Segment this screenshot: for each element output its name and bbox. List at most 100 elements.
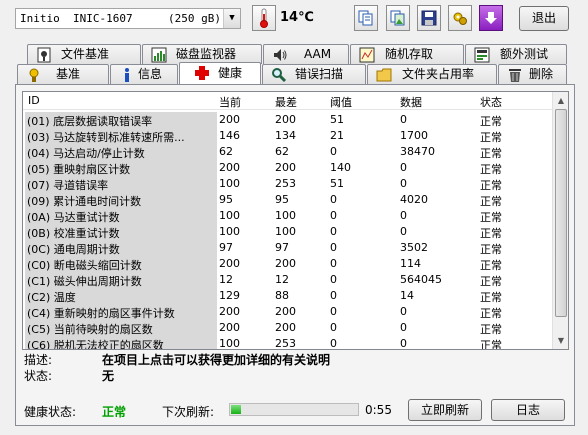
tab-file-benchmark[interactable]: 文件基准 <box>27 44 141 64</box>
cell-current: 200 <box>219 113 240 126</box>
tab-label: AAM <box>304 47 332 61</box>
attribute-name: (C0) 断电磁头缩回计数 <box>27 259 142 272</box>
health-status-value: 正常 <box>102 405 127 419</box>
drive-selector[interactable]: Initio INIC-1607 (250 gB) ▼ <box>15 8 241 29</box>
attribute-name: (01) 底层数据读取错误率 <box>27 115 153 128</box>
table-row[interactable]: (0B) 校准重试计数 100 100 0 0 正常 <box>23 224 553 240</box>
column-header-current[interactable]: 当前 <box>219 94 241 110</box>
table-row[interactable]: (05) 重映射扇区计数 200 200 140 0 正常 <box>23 160 553 176</box>
cell-threshold: 0 <box>330 241 337 254</box>
cell-status: 正常 <box>480 259 502 272</box>
column-header-worst[interactable]: 最差 <box>275 94 297 110</box>
temperature-button[interactable] <box>252 5 276 31</box>
table-row[interactable]: (03) 马达旋转到标准转速所需... 146 134 21 1700 正常 <box>23 128 553 144</box>
cell-status: 正常 <box>480 227 502 240</box>
exit-button[interactable]: 退出 <box>519 6 569 31</box>
cell-data: 3502 <box>400 241 428 254</box>
cell-threshold: 0 <box>330 273 337 286</box>
tab-aam[interactable]: AAM <box>263 44 349 64</box>
table-row[interactable]: (C4) 重新映射的扇区事件计数 200 200 0 0 正常 <box>23 304 553 320</box>
health-status-label: 健康状态: <box>24 405 77 419</box>
tab-label: 信息 <box>138 67 163 81</box>
column-header-status[interactable]: 状态 <box>480 94 502 110</box>
cell-threshold: 0 <box>330 193 337 206</box>
options-button[interactable] <box>448 5 472 31</box>
tab-benchmark[interactable]: 基准 <box>17 64 109 84</box>
tab-disk-monitor[interactable]: 磁盘监视器 <box>142 44 262 64</box>
tab-info[interactable]: 信息 <box>110 64 178 84</box>
table-row[interactable]: (07) 寻道错误率 100 253 51 0 正常 <box>23 176 553 192</box>
tab-erase[interactable]: 删除 <box>498 64 567 84</box>
next-refresh-label: 下次刷新: <box>162 405 215 419</box>
cell-data: 0 <box>400 225 407 238</box>
disk-monitor-icon <box>151 47 167 63</box>
smart-attributes-table[interactable]: ID 当前 最差 阈值 数据 状态 (01) 底层数据读取错误率 200 200 51… <box>22 91 569 350</box>
cell-status: 正常 <box>480 131 502 144</box>
attribute-id-cell: (C4) 重新映射的扇区事件计数 <box>25 304 217 320</box>
cell-threshold: 0 <box>330 289 337 302</box>
attribute-name: (0C) 通电周期计数 <box>27 243 120 256</box>
arrow-down-icon <box>485 12 497 24</box>
tab-error-scan[interactable]: 错误扫描 <box>262 64 366 84</box>
chevron-down-icon[interactable]: ▼ <box>223 9 240 28</box>
attribute-id-cell: (05) 重映射扇区计数 <box>25 160 217 176</box>
scroll-up-icon[interactable]: ▲ <box>554 93 568 108</box>
column-header-id[interactable]: ID <box>28 94 40 107</box>
attribute-name: (0A) 马达重试计数 <box>27 211 120 224</box>
attribute-id-cell: (C2) 温度 <box>25 288 217 304</box>
scroll-thumb[interactable] <box>555 109 567 317</box>
table-row[interactable]: (C1) 磁头伸出周期计数 12 12 0 564045 正常 <box>23 272 553 288</box>
cell-threshold: 0 <box>330 145 337 158</box>
table-row[interactable]: (0A) 马达重试计数 100 100 0 0 正常 <box>23 208 553 224</box>
table-row[interactable]: (C0) 断电磁头缩回计数 200 200 0 114 正常 <box>23 256 553 272</box>
cell-worst: 200 <box>275 321 296 334</box>
cell-threshold: 51 <box>330 113 344 126</box>
cell-data: 0 <box>400 209 407 222</box>
vertical-scrollbar[interactable]: ▲ ▼ <box>552 92 568 349</box>
cell-status: 正常 <box>480 115 502 128</box>
download-button[interactable] <box>479 5 503 31</box>
copy-text-button[interactable] <box>354 5 378 31</box>
extra-tests-icon <box>474 47 490 63</box>
cell-worst: 200 <box>275 161 296 174</box>
copy-screenshot-button[interactable] <box>386 5 410 31</box>
table-row[interactable]: (C2) 温度 129 88 0 14 正常 <box>23 288 553 304</box>
refresh-now-button[interactable]: 立即刷新 <box>408 399 482 421</box>
column-header-data[interactable]: 数据 <box>400 94 422 110</box>
tab-extra-tests[interactable]: 额外测试 <box>465 44 567 64</box>
cell-worst: 100 <box>275 209 296 222</box>
cell-threshold: 0 <box>330 321 337 334</box>
table-row[interactable]: (C5) 当前待映射的扇区数 200 200 0 0 正常 <box>23 320 553 336</box>
column-header-threshold[interactable]: 阈值 <box>330 94 352 110</box>
cell-current: 200 <box>219 161 240 174</box>
table-row[interactable]: (09) 累计通电时间计数 95 95 0 4020 正常 <box>23 192 553 208</box>
tab-health[interactable]: 健康 <box>179 62 261 84</box>
scroll-down-icon[interactable]: ▼ <box>554 333 568 348</box>
table-row[interactable]: (04) 马达启动/停止计数 62 62 0 38470 正常 <box>23 144 553 160</box>
tab-random-access[interactable]: 随机存取 <box>350 44 464 64</box>
options-tools-icon <box>453 12 467 25</box>
cell-worst: 95 <box>275 193 289 206</box>
copy-icon <box>358 10 373 26</box>
table-row[interactable]: (0C) 通电周期计数 97 97 0 3502 正常 <box>23 240 553 256</box>
log-button[interactable]: 日志 <box>491 399 565 421</box>
cell-current: 12 <box>219 273 233 286</box>
cell-threshold: 0 <box>330 337 337 350</box>
cell-status: 正常 <box>480 307 502 320</box>
attribute-name: (C5) 当前待映射的扇区数 <box>27 323 153 336</box>
table-row[interactable]: (C6) 脱机无法校正的扇区数 100 253 0 0 正常 <box>23 336 553 350</box>
tab-folder-usage[interactable]: 文件夹占用率 <box>367 64 497 84</box>
table-row[interactable]: (01) 底层数据读取错误率 200 200 51 0 正常 <box>23 112 553 128</box>
cell-status: 正常 <box>480 339 502 350</box>
footer-bar: 健康状态: 正常 下次刷新: 0:55 立即刷新 日志 <box>16 396 574 424</box>
attribute-name: (C4) 重新映射的扇区事件计数 <box>27 307 175 320</box>
table-header: ID 当前 最差 阈值 数据 状态 <box>23 92 568 110</box>
floppy-disk-icon <box>421 10 437 26</box>
save-button[interactable] <box>417 5 441 31</box>
attribute-id-cell: (01) 底层数据读取错误率 <box>25 112 217 128</box>
cell-current: 200 <box>219 321 240 334</box>
folder-icon <box>376 68 392 82</box>
cell-data: 564045 <box>400 273 442 286</box>
attribute-id-cell: (07) 寻道错误率 <box>25 176 217 192</box>
cell-data: 0 <box>400 337 407 350</box>
